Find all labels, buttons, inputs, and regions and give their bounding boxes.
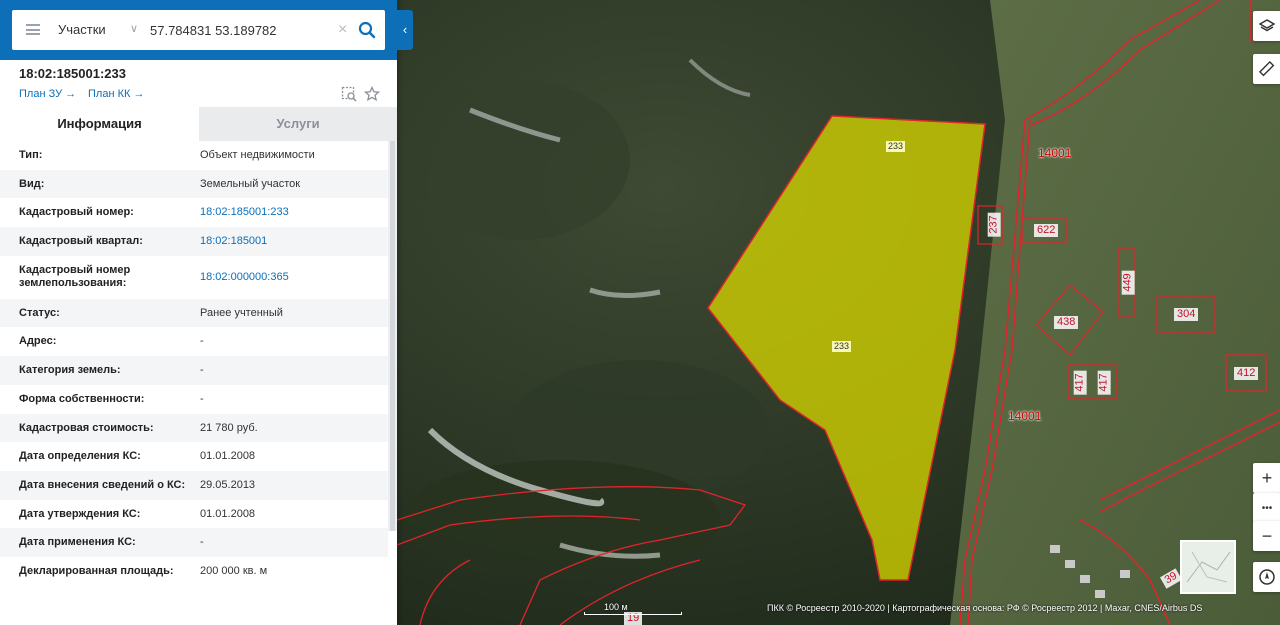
scrollbar-thumb[interactable] <box>390 141 395 531</box>
attribute-row: Кадастровый номер: 18:02:185001:233 <box>0 198 388 227</box>
zoom-to-object-icon[interactable] <box>341 86 357 102</box>
building <box>1050 545 1060 553</box>
forest-patch <box>410 80 630 240</box>
attribute-label: Статус: <box>19 307 60 319</box>
attribute-value: 01.01.2008 <box>200 450 256 462</box>
attribute-label: Декларированная площадь: <box>19 565 174 577</box>
attribute-label: Дата утверждения КС: <box>19 508 141 520</box>
attribute-row: Кадастровая стоимость: 21 780 руб. <box>0 414 388 442</box>
locate-button[interactable] <box>1253 562 1280 592</box>
layers-icon <box>1259 19 1275 32</box>
attribute-value: - <box>200 364 204 376</box>
parcel-label: 417 <box>1073 370 1087 395</box>
map-attribution: ПКК © Росреестр 2010-2020 | Картографиче… <box>767 603 1203 613</box>
clear-icon[interactable]: × <box>338 20 347 40</box>
attribute-row: Тип: Объект недвижимости <box>0 141 388 170</box>
attribute-label: Адрес: <box>19 335 57 347</box>
attribute-value-link[interactable]: 18:02:000000:365 <box>200 271 289 284</box>
parcel-label: 622 <box>1034 224 1059 237</box>
more-button[interactable]: ••• <box>1253 493 1280 523</box>
scale-label: 100 м <box>604 602 628 612</box>
parcel-label: 412 <box>1234 367 1259 380</box>
tab-bar: Информация Услуги <box>0 107 397 141</box>
building <box>1080 575 1090 583</box>
collapse-panel-button[interactable]: ‹ <box>397 10 413 50</box>
zoom-in-button[interactable]: + <box>1253 463 1280 493</box>
attribute-value: 29.05.2013 <box>200 479 256 491</box>
ruler-icon <box>1259 61 1275 77</box>
attribute-label: Категория земель: <box>19 364 121 376</box>
compass-icon <box>1259 569 1275 585</box>
attribute-label: Тип: <box>19 149 43 161</box>
attribute-label: Дата внесения сведений о КС: <box>19 479 186 491</box>
attribute-label: Кадастровый номер землепользования: <box>19 264 131 289</box>
attribute-value-link[interactable]: 18:02:185001 <box>200 235 267 248</box>
parcel-label: 304 <box>1174 308 1199 321</box>
plan-zu-link[interactable]: План ЗУ → <box>19 88 76 100</box>
plan-kk-link[interactable]: План КК → <box>88 88 144 100</box>
star-icon[interactable] <box>364 86 380 102</box>
parcel-label: 237 <box>987 212 1001 237</box>
parcel-label-233: 233 <box>832 341 852 352</box>
search-box: Участки ∨ × <box>12 10 385 50</box>
attribute-row: Категория земель: - <box>0 356 388 385</box>
attribute-row: Дата утверждения КС: 01.01.2008 <box>0 500 388 528</box>
forest-patch <box>400 460 720 580</box>
attribute-value-link[interactable]: 18:02:185001:233 <box>200 206 289 219</box>
attribute-value: Объект недвижимости <box>200 149 315 161</box>
layers-button[interactable] <box>1253 11 1280 41</box>
object-title: 18:02:185001:233 <box>19 66 126 81</box>
minimap-canvas <box>1186 551 1231 583</box>
attribute-label: Дата применения КС: <box>19 536 136 548</box>
attribute-row: Дата внесения сведений о КС: 29.05.2013 <box>0 471 388 500</box>
parcel-label: 417 <box>1097 370 1111 395</box>
attribute-row: Адрес: - <box>0 327 388 356</box>
attribute-value: Ранее учтенный <box>200 307 283 319</box>
attribute-row: Кадастровый квартал: 18:02:185001 <box>0 227 388 256</box>
attribute-row: Декларированная площадь: 200 000 кв. м <box>0 557 388 585</box>
building <box>1095 590 1105 598</box>
parcel-label: 438 <box>1054 316 1079 329</box>
search-icon[interactable] <box>358 21 376 39</box>
search-input[interactable] <box>150 18 340 42</box>
tab-services[interactable]: Услуги <box>199 107 397 141</box>
attribute-row: Дата применения КС: - <box>0 528 388 557</box>
overview-minimap[interactable] <box>1180 540 1236 594</box>
quarter-label: 14001 <box>1008 409 1042 423</box>
tab-information[interactable]: Информация <box>0 107 199 141</box>
plan-zu-label: План ЗУ <box>19 88 63 100</box>
plan-kk-label: План КК <box>88 88 131 100</box>
attribute-row: Дата определения КС: 01.01.2008 <box>0 442 388 471</box>
attribute-value: 200 000 кв. м <box>200 565 268 577</box>
scale-bar <box>584 612 682 615</box>
menu-icon[interactable] <box>26 24 40 35</box>
attribute-label: Кадастровый квартал: <box>19 235 143 247</box>
attribute-label: Форма собственности: <box>19 393 145 405</box>
building <box>1120 570 1130 578</box>
attribute-row: Кадастровый номер землепользования: 18:02… <box>0 256 388 299</box>
building <box>1065 560 1075 568</box>
parcel-label-233: 233 <box>886 141 906 152</box>
attribute-value: 21 780 руб. <box>200 422 258 434</box>
attribute-row: Форма собственности: - <box>0 385 388 414</box>
zoom-out-button[interactable]: − <box>1253 521 1280 551</box>
attribute-row: Статус: Ранее учтенный <box>0 299 388 327</box>
attribute-label: Дата определения КС: <box>19 450 141 462</box>
attribute-value: 01.01.2008 <box>200 508 256 520</box>
attribute-row: Вид: Земельный участок <box>0 170 388 198</box>
quarter-label: 14001 <box>1038 146 1072 160</box>
info-panel: Участки ∨ × 18:02:185001:233 План ЗУ → П… <box>0 0 397 625</box>
attribute-label: Кадастровый номер: <box>19 206 134 218</box>
parcel-label: 449 <box>1121 270 1135 295</box>
chevron-down-icon[interactable]: ∨ <box>130 22 138 35</box>
attribute-value: Земельный участок <box>200 178 301 190</box>
attribute-value: - <box>200 393 204 405</box>
attribute-label: Кадастровая стоимость: <box>19 422 154 434</box>
ruler-button[interactable] <box>1253 54 1280 84</box>
attribute-value: - <box>200 335 204 347</box>
attribute-value: - <box>200 536 204 548</box>
search-bar: Участки ∨ × <box>0 0 397 60</box>
attribute-label: Вид: <box>19 178 45 190</box>
